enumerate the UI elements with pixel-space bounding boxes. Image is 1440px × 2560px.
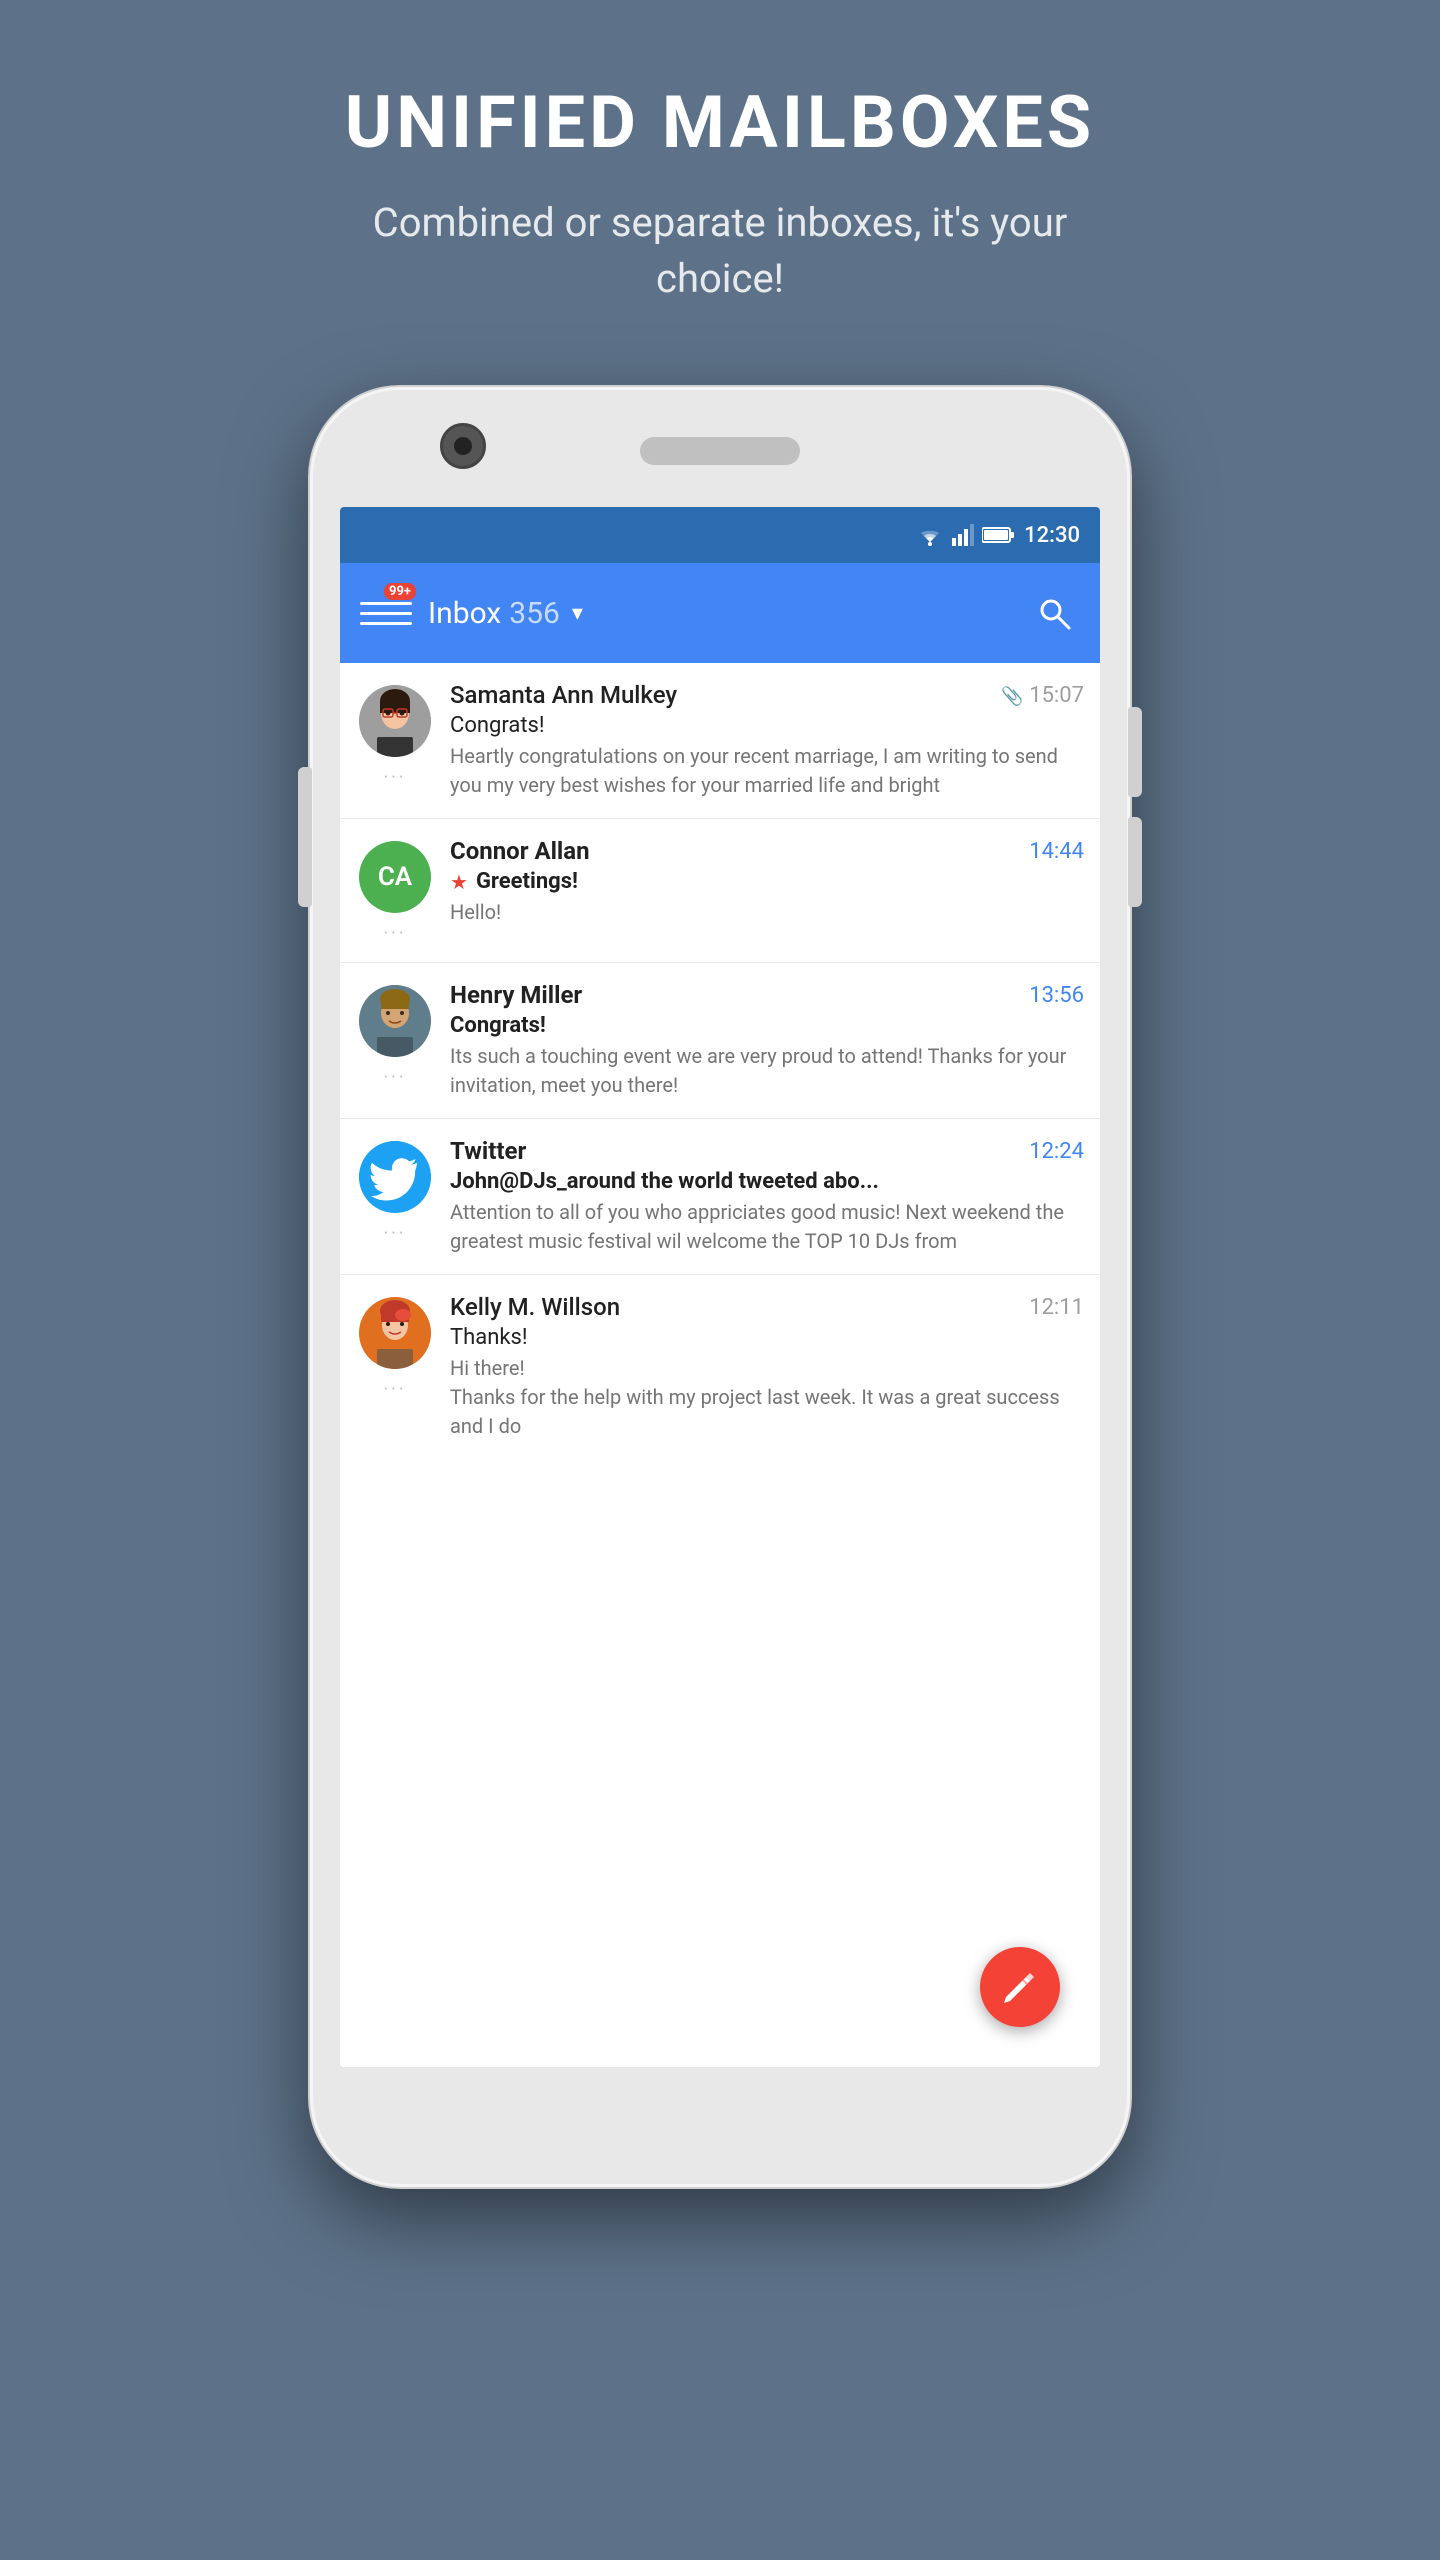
email-preview: Heartly congratulations on your recent m… [450, 742, 1084, 800]
inbox-title[interactable]: Inbox 356 ▾ [428, 596, 1012, 631]
attachment-icon: 📎 [1001, 686, 1023, 707]
star-icon: ★ [450, 870, 468, 894]
email-item[interactable]: ··· Kelly M. Willson 12:11 Thanks! Hi th… [340, 1275, 1100, 1459]
avatar-kelly-svg [359, 1297, 431, 1369]
avatar [359, 685, 431, 757]
more-options-icon[interactable]: ··· [383, 923, 406, 944]
phone-camera [440, 423, 486, 469]
sender-name: Connor Allan [450, 837, 590, 865]
email-time: 13:56 [1029, 983, 1084, 1008]
avatar-column: ··· [340, 681, 450, 788]
email-content: Samanta Ann Mulkey 📎 15:07 Congrats! Hea… [450, 681, 1084, 800]
more-options-icon[interactable]: ··· [383, 767, 406, 788]
email-item[interactable]: ··· Henry Miller 13:56 Congrats! Its suc… [340, 963, 1100, 1119]
email-time: 12:24 [1029, 1139, 1084, 1164]
avatar-column: ··· [340, 1137, 450, 1244]
avatar-column: CA ··· [340, 837, 450, 944]
volume-down-button [1128, 817, 1142, 907]
email-item[interactable]: ··· Twitter 12:24 John@DJs_around the wo… [340, 1119, 1100, 1275]
avatar-column: ··· [340, 981, 450, 1088]
email-item[interactable]: CA ··· Connor Allan 14:44 ★ Greetings! [340, 819, 1100, 963]
more-options-icon[interactable]: ··· [383, 1223, 406, 1244]
search-button[interactable] [1028, 587, 1080, 639]
status-time: 12:30 [1024, 523, 1080, 548]
email-preview: Its such a touching event we are very pr… [450, 1042, 1084, 1100]
dropdown-arrow-icon[interactable]: ▾ [572, 601, 583, 626]
more-options-icon[interactable]: ··· [383, 1379, 406, 1400]
avatar [359, 1297, 431, 1369]
phone-frame: 12:30 99+ Inbox 356 ▾ [310, 387, 1130, 2187]
status-bar: 12:30 [340, 507, 1100, 563]
search-icon [1037, 596, 1071, 630]
twitter-bird-icon [359, 1141, 431, 1213]
battery-icon [982, 526, 1016, 544]
email-content: Kelly M. Willson 12:11 Thanks! Hi there!… [450, 1293, 1084, 1441]
email-list: ··· Samanta Ann Mulkey 📎 15:07 Congrats! [340, 663, 1100, 1459]
compose-fab-button[interactable] [980, 1947, 1060, 2027]
sender-name: Henry Miller [450, 981, 582, 1009]
more-options-icon[interactable]: ··· [383, 1067, 406, 1088]
email-time: 📎 15:07 [1001, 683, 1084, 708]
email-subject: Thanks! [450, 1325, 528, 1350]
email-content: Twitter 12:24 John@DJs_around the world … [450, 1137, 1084, 1256]
email-subject: Congrats! [450, 713, 545, 738]
phone-speaker [640, 437, 800, 465]
inbox-count: 356 [509, 596, 560, 631]
page-title: UNIFIED MAILBOXES [345, 80, 1096, 165]
email-item[interactable]: ··· Samanta Ann Mulkey 📎 15:07 Congrats! [340, 663, 1100, 819]
unread-badge: 99+ [384, 583, 416, 600]
page-subtitle: Combined or separate inboxes, it's your … [330, 195, 1110, 307]
email-preview: Attention to all of you who appriciates … [450, 1198, 1084, 1256]
phone-mockup: 12:30 99+ Inbox 356 ▾ [310, 387, 1130, 2187]
email-subject: Greetings! [476, 869, 578, 894]
email-subject: John@DJs_around the world tweeted abo... [450, 1169, 879, 1194]
avatar-column: ··· [340, 1293, 450, 1400]
signal-icon [952, 524, 974, 546]
menu-line-2 [360, 612, 412, 615]
power-button [298, 767, 312, 907]
email-content: Henry Miller 13:56 Congrats! Its such a … [450, 981, 1084, 1100]
inbox-label: Inbox [428, 596, 501, 631]
compose-icon [1002, 1969, 1038, 2005]
email-preview: Hi there!Thanks for the help with my pro… [450, 1354, 1084, 1441]
avatar [359, 985, 431, 1057]
avatar [359, 1141, 431, 1213]
email-content: Connor Allan 14:44 ★ Greetings! Hello! [450, 837, 1084, 927]
menu-button[interactable]: 99+ [360, 587, 412, 639]
wifi-icon [916, 524, 944, 546]
menu-line-1 [360, 602, 412, 605]
app-bar[interactable]: 99+ Inbox 356 ▾ [340, 563, 1100, 663]
avatar-samanta-svg [359, 685, 431, 757]
email-subject: Congrats! [450, 1013, 546, 1038]
email-time: 12:11 [1029, 1295, 1084, 1320]
status-icons: 12:30 [916, 523, 1080, 548]
avatar-henry-svg [359, 985, 431, 1057]
sender-name: Samanta Ann Mulkey [450, 681, 677, 709]
sender-name: Kelly M. Willson [450, 1293, 620, 1321]
email-preview: Hello! [450, 898, 1084, 927]
email-time: 14:44 [1029, 839, 1084, 864]
volume-up-button [1128, 707, 1142, 797]
avatar: CA [359, 841, 431, 913]
menu-line-3 [360, 622, 412, 625]
sender-name: Twitter [450, 1137, 526, 1165]
phone-screen: 12:30 99+ Inbox 356 ▾ [340, 507, 1100, 2067]
